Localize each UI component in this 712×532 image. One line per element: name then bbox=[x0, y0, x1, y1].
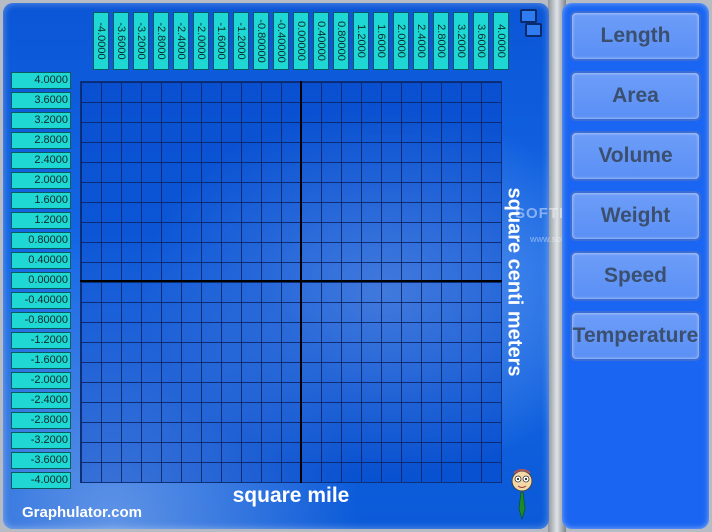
y-tick-label: 0.40000 bbox=[11, 252, 71, 269]
y-tick-label: 2.0000 bbox=[11, 172, 71, 189]
x-tick-text: 2.4000 bbox=[415, 24, 427, 58]
y-tick-label: 4.0000 bbox=[11, 72, 71, 89]
x-tick-label: 1.2000 bbox=[353, 12, 369, 70]
window-toggle-icon[interactable] bbox=[520, 9, 542, 39]
y-tick-label: 2.4000 bbox=[11, 152, 71, 169]
x-tick-label: -3.6000 bbox=[113, 12, 129, 70]
category-button-speed[interactable]: Speed bbox=[570, 251, 701, 301]
category-button-weight[interactable]: Weight bbox=[570, 191, 701, 241]
y-tick-label: -2.0000 bbox=[11, 372, 71, 389]
x-tick-label: -2.4000 bbox=[173, 12, 189, 70]
y-tick-label: 3.6000 bbox=[11, 92, 71, 109]
x-tick-label: -0.80000 bbox=[253, 12, 269, 70]
y-tick-label: -4.0000 bbox=[11, 472, 71, 489]
category-button-area[interactable]: Area bbox=[570, 71, 701, 121]
x-tick-text: 1.2000 bbox=[355, 24, 367, 58]
x-tick-text: -0.80000 bbox=[255, 19, 267, 63]
y-tick-label: -0.40000 bbox=[11, 292, 71, 309]
x-tick-label: 1.6000 bbox=[373, 12, 389, 70]
mascot-icon[interactable] bbox=[509, 469, 535, 525]
y-tick-label: 2.8000 bbox=[11, 132, 71, 149]
x-tick-text: 0.80000 bbox=[335, 21, 347, 61]
plot-area[interactable] bbox=[80, 81, 502, 483]
x-tick-label: -2.0000 bbox=[193, 12, 209, 70]
x-tick-label: 0.40000 bbox=[313, 12, 329, 70]
y-tick-label: -2.8000 bbox=[11, 412, 71, 429]
x-tick-label: -2.8000 bbox=[153, 12, 169, 70]
x-tick-text: 0.40000 bbox=[315, 21, 327, 61]
x-tick-text: -3.2000 bbox=[135, 22, 147, 60]
x-tick-label: -1.2000 bbox=[233, 12, 249, 70]
x-tick-text: 0.00000 bbox=[295, 21, 307, 61]
x-tick-label: 2.0000 bbox=[393, 12, 409, 70]
y-tick-label: 1.2000 bbox=[11, 212, 71, 229]
category-button-length[interactable]: Length bbox=[570, 11, 701, 61]
x-tick-text: 4.0000 bbox=[495, 24, 507, 58]
x-tick-text: 3.2000 bbox=[455, 24, 467, 58]
x-tick-label: 3.2000 bbox=[453, 12, 469, 70]
x-tick-text: 2.0000 bbox=[395, 24, 407, 58]
x-tick-text: -2.8000 bbox=[155, 22, 167, 60]
x-tick-text: -3.6000 bbox=[115, 22, 127, 60]
x-tick-text: -1.6000 bbox=[215, 22, 227, 60]
x-tick-label: 0.00000 bbox=[293, 12, 309, 70]
x-axis-title: square mile bbox=[232, 484, 350, 507]
x-tick-label: 2.8000 bbox=[433, 12, 449, 70]
window-box-front bbox=[525, 23, 542, 37]
y-tick-label: 3.2000 bbox=[11, 112, 71, 129]
x-tick-text: -0.40000 bbox=[275, 19, 287, 63]
x-tick-text: 3.6000 bbox=[475, 24, 487, 58]
x-axis-line bbox=[80, 280, 502, 282]
x-tick-text: -4.0000 bbox=[95, 22, 107, 60]
y-tick-label: -1.2000 bbox=[11, 332, 71, 349]
y-tick-label: -2.4000 bbox=[11, 392, 71, 409]
window-box-back bbox=[520, 9, 537, 23]
y-tick-label: -1.6000 bbox=[11, 352, 71, 369]
y-tick-label: 1.6000 bbox=[11, 192, 71, 209]
category-button-volume[interactable]: Volume bbox=[570, 131, 701, 181]
x-tick-text: 1.6000 bbox=[375, 24, 387, 58]
x-tick-label: -0.40000 bbox=[273, 12, 289, 70]
x-tick-text: -2.4000 bbox=[175, 22, 187, 60]
y-tick-label: -3.6000 bbox=[11, 452, 71, 469]
y-tick-label: -3.2000 bbox=[11, 432, 71, 449]
x-tick-label: 2.4000 bbox=[413, 12, 429, 70]
x-tick-text: -2.0000 bbox=[195, 22, 207, 60]
x-tick-label: -1.6000 bbox=[213, 12, 229, 70]
x-tick-label: 4.0000 bbox=[493, 12, 509, 70]
y-tick-label: 0.00000 bbox=[11, 272, 71, 289]
y-tick-label: 0.80000 bbox=[11, 232, 71, 249]
category-button-temperature[interactable]: Temperature bbox=[570, 311, 701, 361]
y-axis-line bbox=[300, 81, 302, 483]
x-tick-label: 0.80000 bbox=[333, 12, 349, 70]
y-tick-label: -0.80000 bbox=[11, 312, 71, 329]
x-tick-text: -1.2000 bbox=[235, 22, 247, 60]
x-tick-text: 2.8000 bbox=[435, 24, 447, 58]
x-tick-label: -3.2000 bbox=[133, 12, 149, 70]
x-tick-label: 3.6000 bbox=[473, 12, 489, 70]
x-tick-label: -4.0000 bbox=[93, 12, 109, 70]
site-link[interactable]: Graphulator.com bbox=[22, 504, 142, 521]
